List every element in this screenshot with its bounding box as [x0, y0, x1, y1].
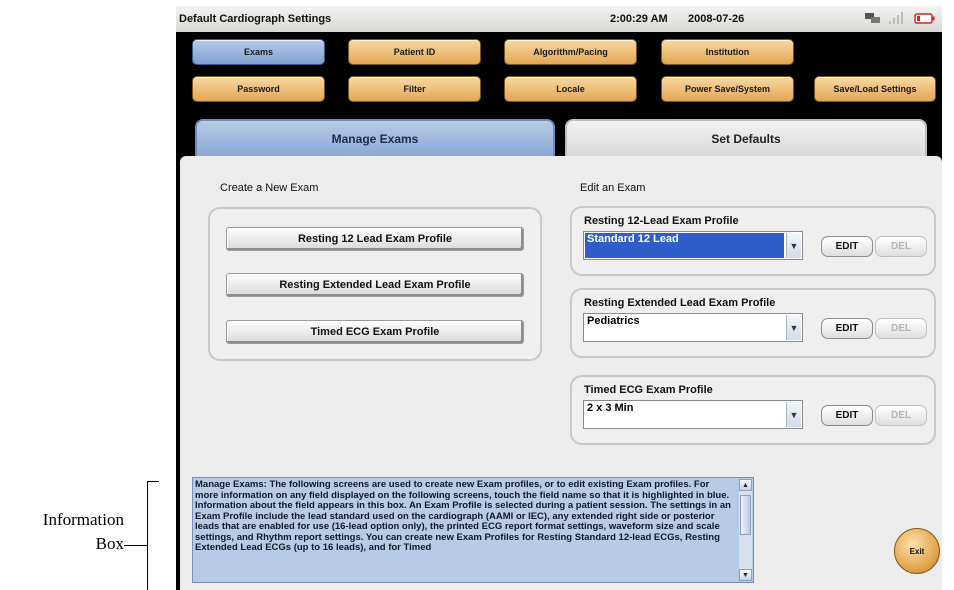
nav-institution-button[interactable]: Institution: [661, 39, 794, 65]
nav-locale-button[interactable]: Locale: [504, 76, 637, 102]
clock-date: 2008-07-26: [688, 13, 745, 25]
profile-select-timed[interactable]: 2 x 3 Min ▼: [583, 400, 803, 429]
info-scrollbar[interactable]: ▲ ▼: [739, 479, 752, 581]
callout-label-line1: Information: [42, 510, 124, 529]
nav-exams-button[interactable]: Exams: [192, 39, 325, 65]
tab-manage-exams[interactable]: Manage Exams: [195, 119, 555, 157]
callout-bracket-top: [147, 481, 159, 482]
edit-button[interactable]: EDIT: [821, 318, 873, 339]
clock-time: 2:00:29 AM: [610, 13, 668, 25]
delete-button[interactable]: DEL: [875, 318, 927, 339]
select-value: 2 x 3 Min: [587, 402, 634, 414]
window-title: Default Cardiograph Settings: [179, 13, 332, 25]
device-screen: Default Cardiograph Settings 2:00:29 AM …: [176, 6, 942, 590]
scroll-thumb[interactable]: [740, 495, 751, 535]
scroll-down-icon[interactable]: ▼: [739, 569, 752, 581]
create-exam-group: Resting 12 Lead Exam Profile Resting Ext…: [208, 207, 542, 361]
edit-exam-heading: Edit an Exam: [580, 182, 646, 194]
exit-button[interactable]: Exit: [894, 528, 940, 574]
chevron-down-icon[interactable]: ▼: [786, 233, 801, 258]
profile-select-extended[interactable]: Pediatrics ▼: [583, 313, 803, 342]
select-value: Standard 12 Lead: [585, 233, 784, 258]
callout-bracket: [147, 481, 148, 590]
network-icon: [865, 13, 880, 23]
create-exam-heading: Create a New Exam: [220, 182, 319, 194]
nav-save-load-button[interactable]: Save/Load Settings: [814, 76, 936, 102]
delete-button[interactable]: DEL: [875, 236, 927, 257]
battery-icon: [914, 13, 935, 24]
edit-group-timed: Timed ECG Exam Profile 2 x 3 Min ▼ EDIT …: [570, 375, 936, 445]
chevron-down-icon[interactable]: ▼: [786, 402, 801, 427]
edit-group-12-lead: Resting 12-Lead Exam Profile Standard 12…: [570, 206, 936, 276]
nav-password-button[interactable]: Password: [192, 76, 325, 102]
nav-filter-button[interactable]: Filter: [348, 76, 481, 102]
select-value: Pediatrics: [587, 315, 640, 327]
nav-power-save-button[interactable]: Power Save/System: [661, 76, 794, 102]
edit-button[interactable]: EDIT: [821, 236, 873, 257]
nav-algorithm-pacing-button[interactable]: Algorithm/Pacing: [504, 39, 637, 65]
edit-button[interactable]: EDIT: [821, 405, 873, 426]
delete-button[interactable]: DEL: [875, 405, 927, 426]
create-12-lead-button[interactable]: Resting 12 Lead Exam Profile: [226, 227, 524, 251]
edit-group-label: Resting Extended Lead Exam Profile: [584, 297, 776, 309]
title-bar: Default Cardiograph Settings 2:00:29 AM …: [176, 6, 942, 32]
manage-exams-panel: Create a New Exam Edit an Exam Resting 1…: [180, 156, 942, 590]
signal-icon: [889, 12, 903, 24]
scroll-up-icon[interactable]: ▲: [739, 479, 752, 491]
create-timed-ecg-button[interactable]: Timed ECG Exam Profile: [226, 320, 524, 344]
edit-group-label: Resting 12-Lead Exam Profile: [584, 215, 739, 227]
tab-set-defaults[interactable]: Set Defaults: [565, 119, 927, 157]
create-extended-lead-button[interactable]: Resting Extended Lead Exam Profile: [226, 273, 524, 297]
edit-group-label: Timed ECG Exam Profile: [584, 384, 713, 396]
callout-pointer: [124, 545, 147, 546]
information-box: Manage Exams: The following screens are …: [192, 477, 754, 583]
information-text: Manage Exams: The following screens are …: [195, 480, 731, 553]
nav-patient-id-button[interactable]: Patient ID: [348, 39, 481, 65]
profile-select-12-lead[interactable]: Standard 12 Lead ▼: [583, 231, 803, 260]
chevron-down-icon[interactable]: ▼: [786, 315, 801, 340]
callout-label-line2: Box: [95, 534, 124, 553]
edit-group-extended: Resting Extended Lead Exam Profile Pedia…: [570, 288, 936, 358]
callout-label: Information Box: [8, 508, 124, 556]
